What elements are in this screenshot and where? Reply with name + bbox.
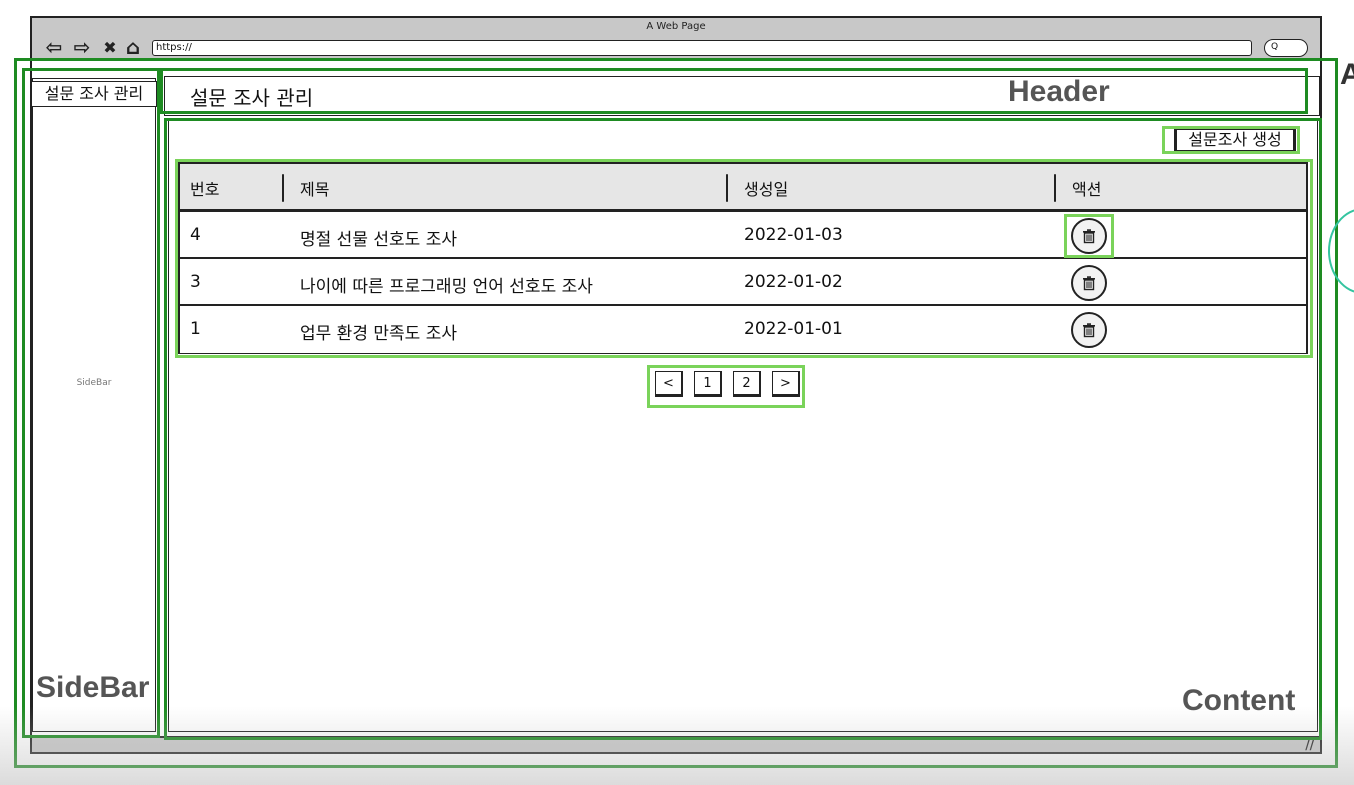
cell-title: 업무 환경 만족도 조사	[300, 324, 457, 344]
table-row[interactable]: 4 명절 선물 선호도 조사 2022-01-03	[180, 212, 1306, 259]
search-box[interactable]: Q	[1264, 39, 1308, 57]
column-header-created-date: 생성일	[744, 180, 789, 199]
trash-icon	[1083, 323, 1095, 338]
resize-grip-icon[interactable]: //	[1305, 738, 1314, 752]
forward-arrow-icon[interactable]: ⇨	[70, 35, 94, 59]
home-icon[interactable]: ⌂	[122, 35, 144, 59]
delete-button[interactable]	[1071, 312, 1107, 348]
page-title: 설문 조사 관리	[190, 86, 314, 110]
browser-titlebar: A Web Page ⇦ ⇨ ✖ ⌂ https:// Q	[32, 18, 1320, 60]
address-bar[interactable]: https://	[152, 40, 1252, 56]
cell-created-date: 2022-01-03	[744, 225, 843, 245]
header	[164, 76, 1320, 116]
pagination: < 1 2 >	[655, 371, 800, 397]
table-row[interactable]: 1 업무 환경 만족도 조사 2022-01-01	[180, 306, 1306, 353]
page-button-1[interactable]: 1	[694, 371, 722, 397]
prev-page-button[interactable]: <	[655, 371, 683, 397]
cell-number: 4	[190, 225, 201, 245]
table-header: 번호 제목 생성일 액션	[180, 164, 1306, 212]
cursor-highlight-arc	[1328, 208, 1354, 294]
sidebar-placeholder-caption: SideBar	[76, 378, 112, 388]
search-icon: Q	[1271, 42, 1279, 52]
sidebar-region-label: SideBar	[36, 671, 150, 704]
close-icon[interactable]: ✖	[100, 36, 120, 58]
table-row[interactable]: 3 나이에 따른 프로그래밍 언어 선호도 조사 2022-01-02	[180, 259, 1306, 306]
cell-title: 나이에 따른 프로그래밍 언어 선호도 조사	[300, 277, 593, 297]
page-button-2[interactable]: 2	[733, 371, 761, 397]
sidebar	[32, 78, 156, 732]
delete-button[interactable]	[1071, 218, 1107, 254]
column-divider	[726, 174, 728, 202]
column-divider	[282, 174, 284, 202]
cell-number: 3	[190, 272, 201, 292]
trash-icon	[1083, 229, 1095, 244]
cell-number: 1	[190, 319, 201, 339]
cell-created-date: 2022-01-02	[744, 272, 843, 292]
window-title: A Web Page	[646, 21, 706, 32]
cell-title: 명절 선물 선호도 조사	[300, 230, 457, 250]
content-region-label: Content	[1182, 684, 1296, 717]
edge-letter: A	[1340, 58, 1354, 91]
back-arrow-icon[interactable]: ⇦	[42, 35, 66, 59]
survey-table: 번호 제목 생성일 액션 4 명절 선물 선호도 조사 2022-01-03 3…	[178, 162, 1308, 354]
cell-created-date: 2022-01-01	[744, 319, 843, 339]
browser-statusbar: //	[32, 736, 1320, 752]
sidebar-item-survey-management[interactable]: 설문 조사 관리	[31, 81, 157, 107]
create-survey-button[interactable]: 설문조사 생성	[1174, 129, 1296, 151]
delete-button[interactable]	[1071, 265, 1107, 301]
column-header-action: 액션	[1072, 180, 1102, 199]
column-header-title: 제목	[300, 180, 330, 199]
column-divider	[1054, 174, 1056, 202]
column-header-number: 번호	[190, 180, 220, 199]
trash-icon	[1083, 276, 1095, 291]
header-region-label: Header	[1008, 75, 1110, 108]
next-page-button[interactable]: >	[772, 371, 800, 397]
